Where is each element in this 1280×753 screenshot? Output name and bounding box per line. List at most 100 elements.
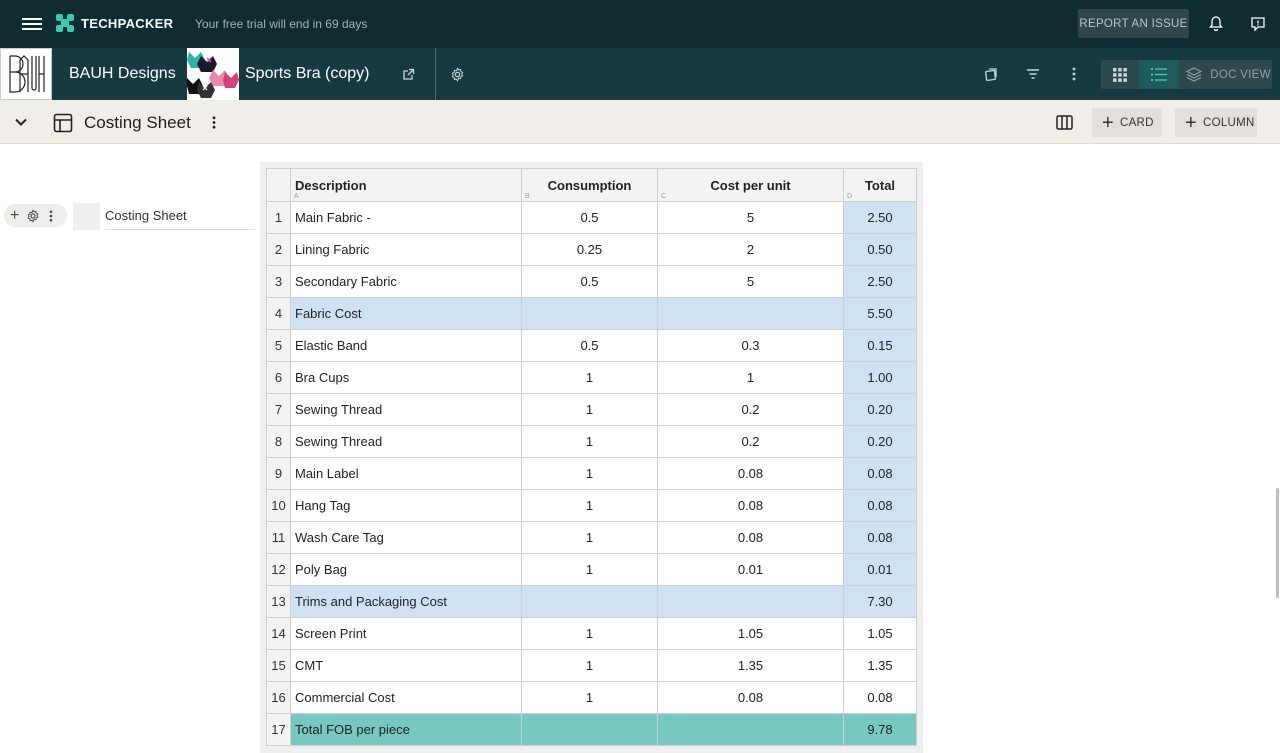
row-number[interactable]: 12 bbox=[266, 553, 291, 586]
table-row[interactable]: 6 Bra Cups 1 1 1.00 bbox=[266, 361, 917, 394]
total-cell[interactable]: 2.50 bbox=[843, 201, 917, 234]
row-number[interactable]: 17 bbox=[266, 713, 291, 746]
column-header-cost-per-unit[interactable]: Cost per unit C bbox=[657, 168, 844, 202]
columns-icon[interactable] bbox=[1054, 113, 1074, 131]
consumption-cell[interactable]: 1 bbox=[521, 553, 658, 586]
row-number[interactable]: 14 bbox=[266, 617, 291, 650]
scrollbar[interactable] bbox=[1276, 488, 1279, 598]
consumption-cell[interactable] bbox=[521, 297, 658, 330]
description-cell[interactable]: Sewing Thread bbox=[290, 393, 522, 426]
cost-per-unit-cell[interactable] bbox=[657, 585, 844, 618]
brand-name[interactable]: BAUH Designs bbox=[69, 65, 176, 83]
description-cell[interactable]: Secondary Fabric bbox=[290, 265, 522, 298]
row-number[interactable]: 2 bbox=[266, 233, 291, 266]
description-cell[interactable]: Fabric Cost bbox=[290, 297, 522, 330]
consumption-cell[interactable]: 1 bbox=[521, 489, 658, 522]
total-cell[interactable]: 1.00 bbox=[843, 361, 917, 394]
consumption-cell[interactable]: 1 bbox=[521, 425, 658, 458]
add-card-button[interactable]: + CARD bbox=[1092, 108, 1162, 137]
description-cell[interactable]: Bra Cups bbox=[290, 361, 522, 394]
table-row[interactable]: 17 Total FOB per piece 9.78 bbox=[266, 713, 917, 746]
consumption-cell[interactable]: 1 bbox=[521, 393, 658, 426]
row-number[interactable]: 7 bbox=[266, 393, 291, 426]
row-number[interactable]: 8 bbox=[266, 425, 291, 458]
total-cell[interactable]: 0.50 bbox=[843, 233, 917, 266]
description-cell[interactable]: Trims and Packaging Cost bbox=[290, 585, 522, 618]
card-thumbnail[interactable] bbox=[73, 203, 100, 230]
cost-per-unit-cell[interactable]: 0.2 bbox=[657, 393, 844, 426]
total-cell[interactable]: 5.50 bbox=[843, 297, 917, 330]
consumption-cell[interactable]: 1 bbox=[521, 457, 658, 490]
total-cell[interactable]: 0.08 bbox=[843, 681, 917, 714]
description-cell[interactable]: Main Fabric - bbox=[290, 201, 522, 234]
column-header-consumption[interactable]: Consumption B bbox=[521, 168, 658, 202]
corner-cell[interactable] bbox=[266, 168, 291, 202]
card-name[interactable]: Costing Sheet bbox=[105, 208, 255, 230]
row-number[interactable]: 4 bbox=[266, 297, 291, 330]
cost-per-unit-cell[interactable]: 0.3 bbox=[657, 329, 844, 362]
section-title[interactable]: Costing Sheet bbox=[84, 113, 191, 133]
table-row[interactable]: 5 Elastic Band 0.5 0.3 0.15 bbox=[266, 329, 917, 362]
copy-icon[interactable] bbox=[981, 64, 1001, 84]
row-number[interactable]: 10 bbox=[266, 489, 291, 522]
consumption-cell[interactable]: 1 bbox=[521, 649, 658, 682]
settings-gear-icon[interactable] bbox=[447, 64, 467, 84]
total-cell[interactable]: 9.78 bbox=[843, 713, 917, 746]
total-cell[interactable]: 2.50 bbox=[843, 265, 917, 298]
table-row[interactable]: 9 Main Label 1 0.08 0.08 bbox=[266, 457, 917, 490]
consumption-cell[interactable]: 0.5 bbox=[521, 201, 658, 234]
consumption-cell[interactable]: 0.5 bbox=[521, 329, 658, 362]
cost-per-unit-cell[interactable]: 0.08 bbox=[657, 521, 844, 554]
consumption-cell[interactable] bbox=[521, 585, 658, 618]
consumption-cell[interactable]: 0.25 bbox=[521, 233, 658, 266]
row-number[interactable]: 16 bbox=[266, 681, 291, 714]
description-cell[interactable]: Hang Tag bbox=[290, 489, 522, 522]
total-cell[interactable]: 0.01 bbox=[843, 553, 917, 586]
section-more-icon[interactable] bbox=[207, 114, 221, 130]
cost-per-unit-cell[interactable]: 1.05 bbox=[657, 617, 844, 650]
add-icon[interactable]: + bbox=[10, 207, 19, 224]
description-cell[interactable]: Lining Fabric bbox=[290, 233, 522, 266]
description-cell[interactable]: Poly Bag bbox=[290, 553, 522, 586]
table-row[interactable]: 1 Main Fabric -0.5 5 2.50 bbox=[266, 201, 917, 234]
table-row[interactable]: 8 Sewing Thread 1 0.2 0.20 bbox=[266, 425, 917, 458]
feedback-icon[interactable] bbox=[1248, 14, 1268, 34]
cost-per-unit-cell[interactable]: 5 bbox=[657, 201, 844, 234]
description-cell[interactable]: Elastic Band bbox=[290, 329, 522, 362]
cost-per-unit-cell[interactable]: 0.2 bbox=[657, 425, 844, 458]
row-number[interactable]: 13 bbox=[266, 585, 291, 618]
cost-per-unit-cell[interactable]: 0.08 bbox=[657, 457, 844, 490]
cost-per-unit-cell[interactable]: 0.08 bbox=[657, 681, 844, 714]
consumption-cell[interactable]: 1 bbox=[521, 521, 658, 554]
description-cell[interactable]: CMT bbox=[290, 649, 522, 682]
consumption-cell[interactable]: 1 bbox=[521, 681, 658, 714]
table-row[interactable]: 7 Sewing Thread 1 0.2 0.20 bbox=[266, 393, 917, 426]
more-vertical-icon[interactable] bbox=[1064, 64, 1084, 84]
description-cell[interactable]: Wash Care Tag bbox=[290, 521, 522, 554]
description-cell[interactable]: Main Label bbox=[290, 457, 522, 490]
card-more-icon[interactable] bbox=[49, 210, 53, 222]
total-cell[interactable]: 1.05 bbox=[843, 617, 917, 650]
techpacker-logo[interactable]: TECHPACKER bbox=[56, 14, 173, 32]
description-cell[interactable]: Total FOB per piece bbox=[290, 713, 522, 746]
description-cell[interactable]: Screen Print bbox=[290, 617, 522, 650]
table-row[interactable]: 16 Commercial Cost 1 0.08 0.08 bbox=[266, 681, 917, 714]
cost-per-unit-cell[interactable]: 1 bbox=[657, 361, 844, 394]
grid-view-button[interactable] bbox=[1101, 60, 1139, 89]
row-number[interactable]: 1 bbox=[266, 201, 291, 234]
menu-icon[interactable] bbox=[22, 15, 42, 33]
card-settings-icon[interactable] bbox=[26, 208, 40, 223]
table-row[interactable]: 4 Fabric Cost 5.50 bbox=[266, 297, 917, 330]
total-cell[interactable]: 0.08 bbox=[843, 521, 917, 554]
total-cell[interactable]: 0.20 bbox=[843, 393, 917, 426]
table-row[interactable]: 2 Lining Fabric 0.25 2 0.50 bbox=[266, 233, 917, 266]
cost-per-unit-cell[interactable]: 2 bbox=[657, 233, 844, 266]
report-issue-button[interactable]: REPORT AN ISSUE bbox=[1078, 9, 1189, 38]
open-external-icon[interactable] bbox=[398, 64, 418, 84]
table-row[interactable]: 12 Poly Bag 1 0.01 0.01 bbox=[266, 553, 917, 586]
total-cell[interactable]: 1.35 bbox=[843, 649, 917, 682]
table-row[interactable]: 13 Trims and Packaging Cost 7.30 bbox=[266, 585, 917, 618]
brand-logo[interactable] bbox=[0, 48, 52, 100]
table-row[interactable]: 10 Hang Tag 1 0.08 0.08 bbox=[266, 489, 917, 522]
consumption-cell[interactable]: 1 bbox=[521, 361, 658, 394]
